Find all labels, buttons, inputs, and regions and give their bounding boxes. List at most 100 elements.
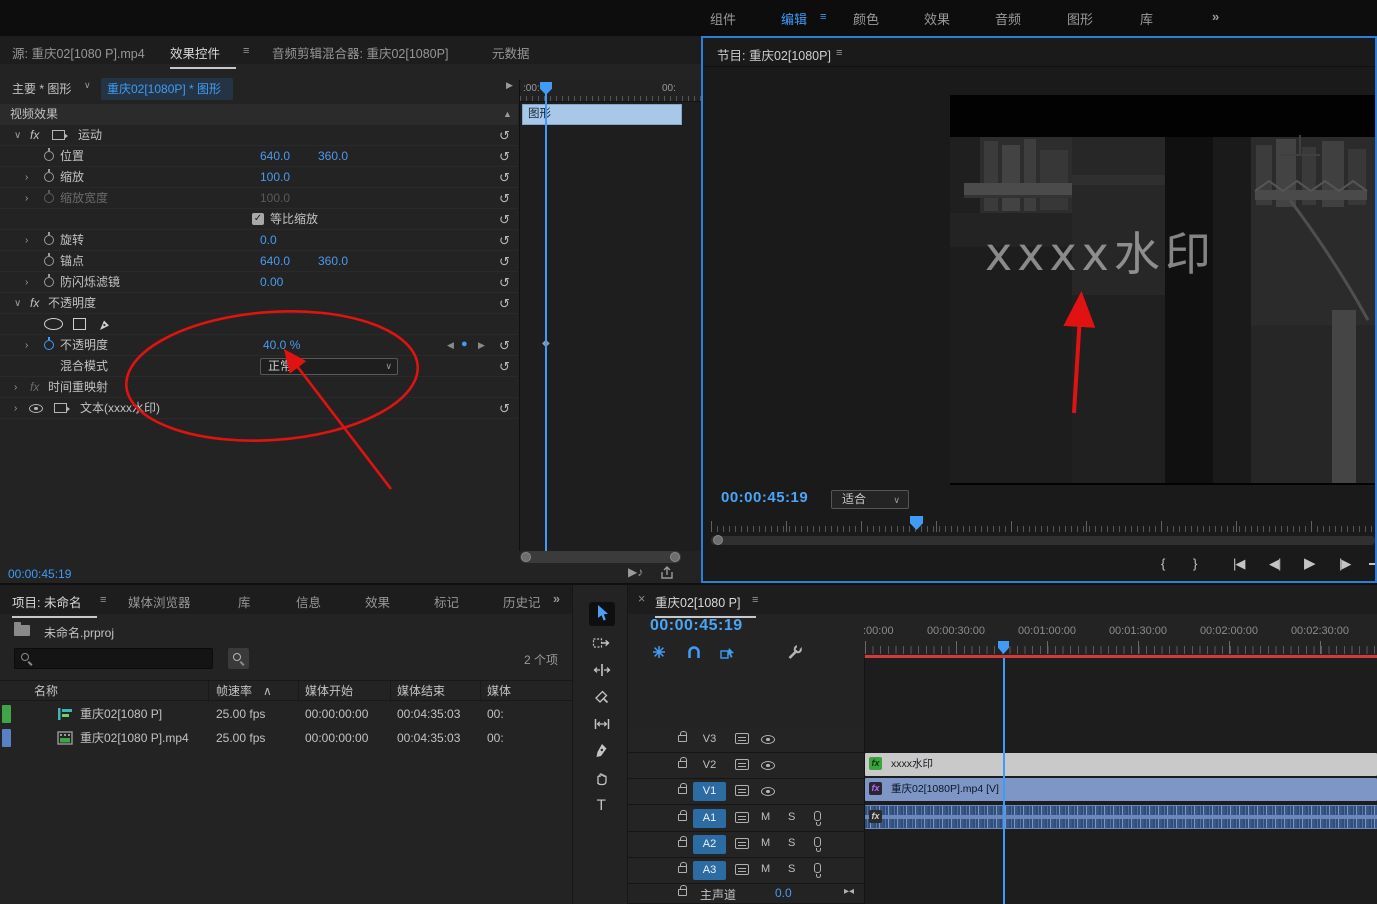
project-row-sequence[interactable]: 重庆02[1080 P] 25.00 fps 00:00:00:00 00:04… bbox=[0, 702, 572, 726]
reset-icon[interactable]: ↺ bbox=[499, 209, 510, 230]
tab-effects[interactable]: 效果 bbox=[365, 592, 390, 611]
zoom-handle-left[interactable] bbox=[521, 552, 531, 562]
timeline-ruler[interactable]: :00:00 00:00:30:00 00:01:00:00 00:01:30:… bbox=[865, 623, 1377, 655]
fit-toggle-icon[interactable]: ▸◂ bbox=[844, 886, 854, 897]
workspace-tab-editing[interactable]: 编辑 bbox=[781, 9, 807, 28]
rect-mask-icon[interactable] bbox=[73, 318, 86, 330]
chevron-right-icon[interactable]: › bbox=[25, 335, 28, 356]
pen-tool[interactable] bbox=[589, 742, 615, 766]
selection-tool[interactable] bbox=[589, 602, 615, 626]
reset-icon[interactable]: ↺ bbox=[499, 125, 510, 146]
track-name-v3[interactable]: V3 bbox=[693, 730, 726, 749]
nest-toggle-icon[interactable] bbox=[652, 645, 666, 659]
go-to-in-icon[interactable]: |◀ bbox=[1233, 556, 1244, 572]
param-row-antiflicker[interactable]: › 防闪烁滤镜 0.00 ↺ bbox=[0, 272, 518, 293]
reset-icon[interactable]: ↺ bbox=[499, 146, 510, 167]
effect-row-time-remap[interactable]: › fx 时间重映射 bbox=[0, 377, 518, 398]
tab-metadata[interactable]: 元数据 bbox=[492, 43, 530, 62]
track-header-master[interactable]: 主声道 0.0 ▸◂ bbox=[628, 885, 865, 904]
column-name[interactable]: 名称 bbox=[34, 681, 58, 702]
mini-timeline-zoom-bar[interactable] bbox=[520, 551, 681, 563]
item-name[interactable]: 重庆02[1080 P].mp4 bbox=[80, 726, 189, 750]
reset-icon[interactable]: ↺ bbox=[499, 251, 510, 272]
workspace-tab-color[interactable]: 颜色 bbox=[853, 9, 879, 28]
chevron-right-icon[interactable]: › bbox=[25, 188, 28, 209]
tab-history[interactable]: 历史记 bbox=[503, 592, 541, 611]
chevron-right-icon[interactable]: › bbox=[14, 377, 17, 398]
workspace-overflow-icon[interactable]: » bbox=[1212, 9, 1219, 24]
reset-icon[interactable]: ↺ bbox=[499, 188, 510, 209]
lock-icon[interactable] bbox=[678, 889, 687, 896]
param-row-opacity[interactable]: › 不透明度 40.0 % ◀ ● ▶ ↺ bbox=[0, 335, 518, 356]
master-clip-label[interactable]: 主要 * 图形 bbox=[12, 80, 71, 97]
stopwatch-icon[interactable] bbox=[44, 256, 54, 266]
workspace-tab-libraries[interactable]: 库 bbox=[1140, 9, 1153, 28]
lock-icon[interactable] bbox=[678, 866, 687, 873]
play-button[interactable]: ▶ bbox=[1304, 554, 1315, 572]
close-icon[interactable]: × bbox=[638, 592, 645, 606]
stopwatch-icon[interactable] bbox=[44, 235, 54, 245]
effect-row-text-layer[interactable]: › 文本(xxxx水印) ↺ bbox=[0, 398, 518, 419]
rotation-value[interactable]: 0.0 bbox=[260, 230, 277, 251]
anchor-x-value[interactable]: 640.0 bbox=[260, 251, 290, 272]
search-input[interactable] bbox=[39, 650, 207, 667]
sync-lock-icon[interactable] bbox=[735, 785, 749, 796]
param-row-rotation[interactable]: › 旋转 0.0 ↺ bbox=[0, 230, 518, 251]
scroll-handle-left[interactable] bbox=[713, 535, 723, 545]
opacity-value[interactable]: 40.0 % bbox=[263, 335, 300, 356]
program-monitor-title[interactable]: 节目: 重庆02[1080P] bbox=[717, 45, 831, 64]
program-video-frame[interactable]: xxxx水印 bbox=[950, 95, 1377, 485]
panel-menu-icon[interactable]: ≡ bbox=[752, 594, 758, 606]
chevron-down-icon[interactable]: ∨ bbox=[14, 293, 21, 314]
uniform-scale-checkbox[interactable]: ✓ bbox=[252, 213, 264, 225]
panel-menu-icon[interactable]: ≡ bbox=[243, 45, 249, 57]
mute-button[interactable]: M bbox=[761, 811, 770, 823]
workspace-tab-effects[interactable]: 效果 bbox=[924, 9, 950, 28]
reset-icon[interactable]: ↺ bbox=[499, 167, 510, 188]
reset-icon[interactable]: ↺ bbox=[499, 335, 510, 356]
workspace-tab-graphics[interactable]: 图形 bbox=[1067, 9, 1093, 28]
timeline-timecode[interactable]: 00:00:45:19 bbox=[650, 617, 743, 635]
track-header-a2[interactable]: A2 M S bbox=[628, 833, 865, 858]
type-tool[interactable]: T bbox=[589, 796, 615, 820]
search-bin-button[interactable] bbox=[228, 648, 249, 669]
effect-row-motion[interactable]: ∨ fx 运动 ↺ bbox=[0, 125, 518, 146]
tab-media-browser[interactable]: 媒体浏览器 bbox=[128, 592, 191, 611]
lock-icon[interactable] bbox=[678, 787, 687, 794]
hand-tool[interactable] bbox=[589, 769, 615, 793]
column-fps[interactable]: 帧速率 bbox=[216, 681, 252, 702]
reset-icon[interactable]: ↺ bbox=[499, 356, 510, 377]
export-frame-icon[interactable] bbox=[658, 565, 676, 581]
eye-icon[interactable] bbox=[29, 404, 43, 413]
program-scrollbar[interactable] bbox=[711, 536, 1375, 545]
label-color-green[interactable] bbox=[2, 705, 11, 723]
track-name-v1[interactable]: V1 bbox=[693, 782, 726, 801]
reset-icon[interactable]: ↺ bbox=[499, 272, 510, 293]
play-audio-only-icon[interactable]: ▶♪ bbox=[628, 565, 643, 579]
tab-info[interactable]: 信息 bbox=[296, 592, 321, 611]
reset-icon[interactable]: ↺ bbox=[499, 293, 510, 314]
program-ruler[interactable] bbox=[711, 516, 1375, 532]
position-y-value[interactable]: 360.0 bbox=[318, 146, 348, 167]
lock-icon[interactable] bbox=[678, 814, 687, 821]
pen-mask-icon[interactable] bbox=[96, 317, 112, 333]
chevron-right-icon[interactable]: › bbox=[25, 272, 28, 293]
ripple-edit-tool[interactable] bbox=[589, 661, 615, 685]
column-media-more[interactable]: 媒体 bbox=[487, 681, 511, 702]
clip-v2-title[interactable]: fx xxxx水印 bbox=[865, 753, 1377, 776]
timeline-view-toggle-icon[interactable]: ▶ bbox=[506, 80, 513, 91]
timeline-track-area[interactable]: fx xxxx水印 fx 重庆02[1080P].mp4 [V] fx bbox=[865, 658, 1377, 904]
tab-effect-controls[interactable]: 效果控件 bbox=[170, 43, 220, 62]
solo-button[interactable]: S bbox=[788, 837, 795, 849]
sync-lock-icon[interactable] bbox=[735, 759, 749, 770]
tab-markers[interactable]: 标记 bbox=[434, 592, 459, 611]
stopwatch-icon[interactable] bbox=[44, 172, 54, 182]
lock-icon[interactable] bbox=[678, 840, 687, 847]
panel-overflow-icon[interactable]: » bbox=[553, 592, 560, 606]
zoom-level-dropdown[interactable]: 适合 ∨ bbox=[831, 490, 909, 509]
mark-out-icon[interactable]: } bbox=[1193, 556, 1196, 571]
mark-in-icon[interactable]: { bbox=[1161, 556, 1164, 571]
reset-icon[interactable]: ↺ bbox=[499, 398, 510, 419]
track-header-v1[interactable]: V1 bbox=[628, 780, 865, 805]
anchor-y-value[interactable]: 360.0 bbox=[318, 251, 348, 272]
